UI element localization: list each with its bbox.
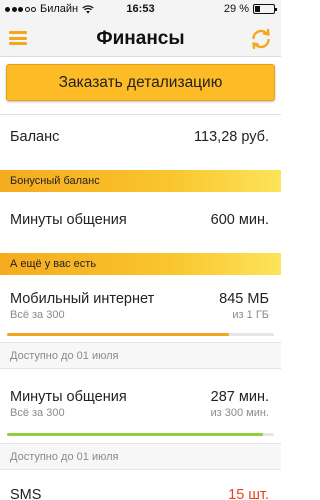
internet-label: Мобильный интернет (10, 291, 155, 307)
internet-available-until: Доступно до 01 июля (10, 350, 119, 362)
minutes-availability: Доступно до 01 июля (0, 443, 281, 470)
page-title: Финансы (96, 28, 185, 49)
order-details-button[interactable]: Заказать детализацию (6, 64, 275, 101)
internet-availability: Доступно до 01 июля (0, 342, 281, 369)
nav-header: Финансы (0, 20, 281, 57)
balance-label: Баланс (10, 129, 60, 145)
internet-package: Всё за 300 (10, 309, 65, 321)
battery-icon (253, 4, 277, 14)
divider (0, 114, 281, 115)
battery-percent: 29 % (223, 3, 249, 15)
sms-label: SMS (10, 487, 42, 500)
internet-progress-fill (7, 333, 229, 336)
refresh-icon[interactable] (249, 27, 273, 51)
internet-progress-bar (7, 333, 274, 336)
status-bar: Билайн 16:53 29 % (0, 0, 281, 20)
minutes-progress-bar (7, 433, 274, 436)
section-bonus-header: Бонусный баланс (0, 170, 281, 192)
bonus-minutes-value: 600 мин. (210, 212, 269, 228)
minutes-available-until: Доступно до 01 июля (10, 451, 119, 463)
minutes-label: Минуты общения (10, 389, 127, 405)
minutes-package: Всё за 300 (10, 407, 65, 419)
balance-value: 113,28 руб. (194, 129, 269, 145)
bonus-minutes-label: Минуты общения (10, 212, 127, 228)
sms-value: 15 шт. (228, 487, 269, 500)
minutes-progress-fill (7, 433, 264, 436)
internet-total: из 1 ГБ (232, 309, 269, 321)
section-extras-header: А ещё у вас есть (0, 253, 281, 275)
minutes-total: из 300 мин. (210, 407, 270, 419)
internet-value: 845 МБ (219, 291, 269, 307)
minutes-value: 287 мин. (210, 389, 269, 405)
